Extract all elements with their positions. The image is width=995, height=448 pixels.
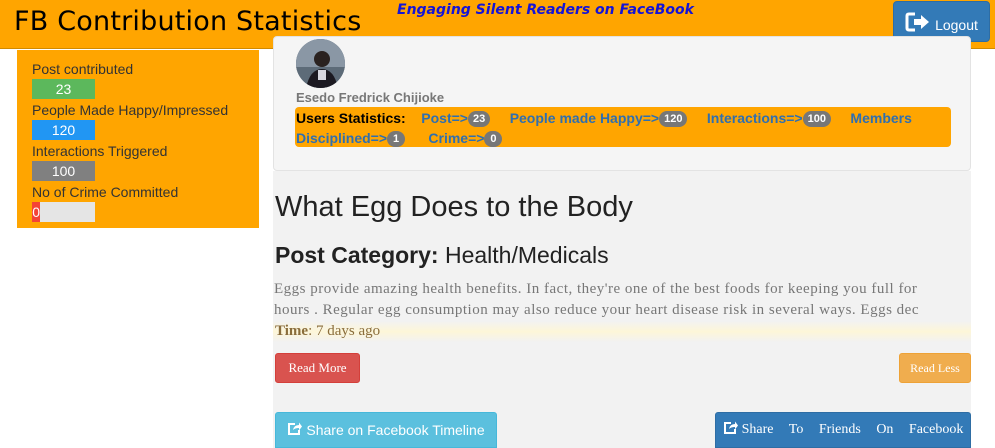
share-friends-button[interactable]: Share To Friends On Facebook xyxy=(715,412,971,448)
user-statistics-bar: Users Statistics: Post=> 23 People made H… xyxy=(295,107,951,148)
app-title: FB Contribution Statistics xyxy=(14,6,362,37)
share-timeline-label: Share on Facebook Timeline xyxy=(306,422,485,438)
user-stat-interactions-label: Interactions=> xyxy=(706,110,803,126)
user-stat-disciplined-label: Disciplined=> xyxy=(296,130,388,146)
stat-fill-interactions: 100 xyxy=(32,161,95,181)
post-category-value: Health/Medicals xyxy=(444,242,609,268)
user-stat-interactions[interactable]: Interactions=> 100 xyxy=(706,110,831,128)
disciplined-count-badge: 1 xyxy=(387,131,406,148)
happy-count-badge: 120 xyxy=(659,111,688,128)
user-stat-happy-label: People made Happy=> xyxy=(509,110,660,126)
post-time-label: Time xyxy=(275,323,309,339)
post-card: What Egg Does to the Body Post Category:… xyxy=(273,171,971,448)
stat-fill-crime: 0 xyxy=(32,202,41,222)
post-excerpt-line: Eggs provide amazing health benefits. In… xyxy=(274,281,918,297)
user-stat-members-label[interactable]: Members xyxy=(850,110,911,126)
post-category-label: Post Category: xyxy=(275,242,439,268)
stat-label-happy: People Made Happy/Impressed xyxy=(32,102,229,118)
user-name: Esedo Fredrick Chijioke xyxy=(296,90,445,105)
user-stat-posts-label: Post=> xyxy=(421,110,468,126)
interactions-count-badge: 100 xyxy=(802,111,831,128)
stat-bar-crime: 0 xyxy=(32,202,95,222)
stat-bar-happy: 120 xyxy=(32,120,95,140)
post-excerpt: Eggs provide amazing health benefits. In… xyxy=(274,279,968,321)
user-stat-disciplined[interactable]: Disciplined=> 1 xyxy=(296,130,406,148)
share-icon xyxy=(287,422,303,439)
post-count-badge: 23 xyxy=(467,111,491,128)
user-stat-crime[interactable]: Crime=> 0 xyxy=(428,130,503,148)
avatar[interactable] xyxy=(296,39,345,88)
crime-count-badge: 0 xyxy=(484,131,503,148)
stat-fill-posts: 23 xyxy=(32,79,95,99)
read-less-button[interactable]: Read Less xyxy=(899,353,971,383)
post-excerpt-line: hours . Regular egg consumption may also… xyxy=(274,302,919,318)
contribution-stats-panel: Post contributed 23 People Made Happy/Im… xyxy=(17,50,259,228)
user-stat-happy[interactable]: People made Happy=> 120 xyxy=(509,110,688,128)
post-title: What Egg Does to the Body xyxy=(275,191,633,223)
tagline: Engaging Silent Readers on FaceBook xyxy=(397,2,694,18)
read-more-button[interactable]: Read More xyxy=(275,353,360,383)
post-category: Post Category: Health/Medicals xyxy=(275,242,609,269)
share-timeline-button[interactable]: Share on Facebook Timeline xyxy=(275,412,497,448)
stat-label-posts: Post contributed xyxy=(32,61,134,77)
post-time: Time: 7 days ago xyxy=(273,321,971,342)
profile-card: Esedo Fredrick Chijioke Users Statistics… xyxy=(273,36,971,171)
logout-label: Logout xyxy=(935,16,978,33)
stat-label-crime: No of Crime Committed xyxy=(32,184,179,200)
user-stat-crime-label: Crime=> xyxy=(428,130,485,146)
stat-fill-happy: 120 xyxy=(32,120,95,140)
stat-label-interactions: Interactions Triggered xyxy=(32,143,168,159)
user-stat-posts[interactable]: Post=> 23 xyxy=(421,110,491,128)
post-time-value: : 7 days ago xyxy=(308,323,381,339)
share-friends-label: Share To Friends On Facebook xyxy=(741,422,964,437)
user-stats-label: Users Statistics: xyxy=(296,110,406,126)
stat-bar-posts: 23 xyxy=(32,79,95,99)
share-icon xyxy=(723,421,738,440)
stat-bar-interactions: 100 xyxy=(32,161,95,181)
logout-icon xyxy=(905,11,931,33)
